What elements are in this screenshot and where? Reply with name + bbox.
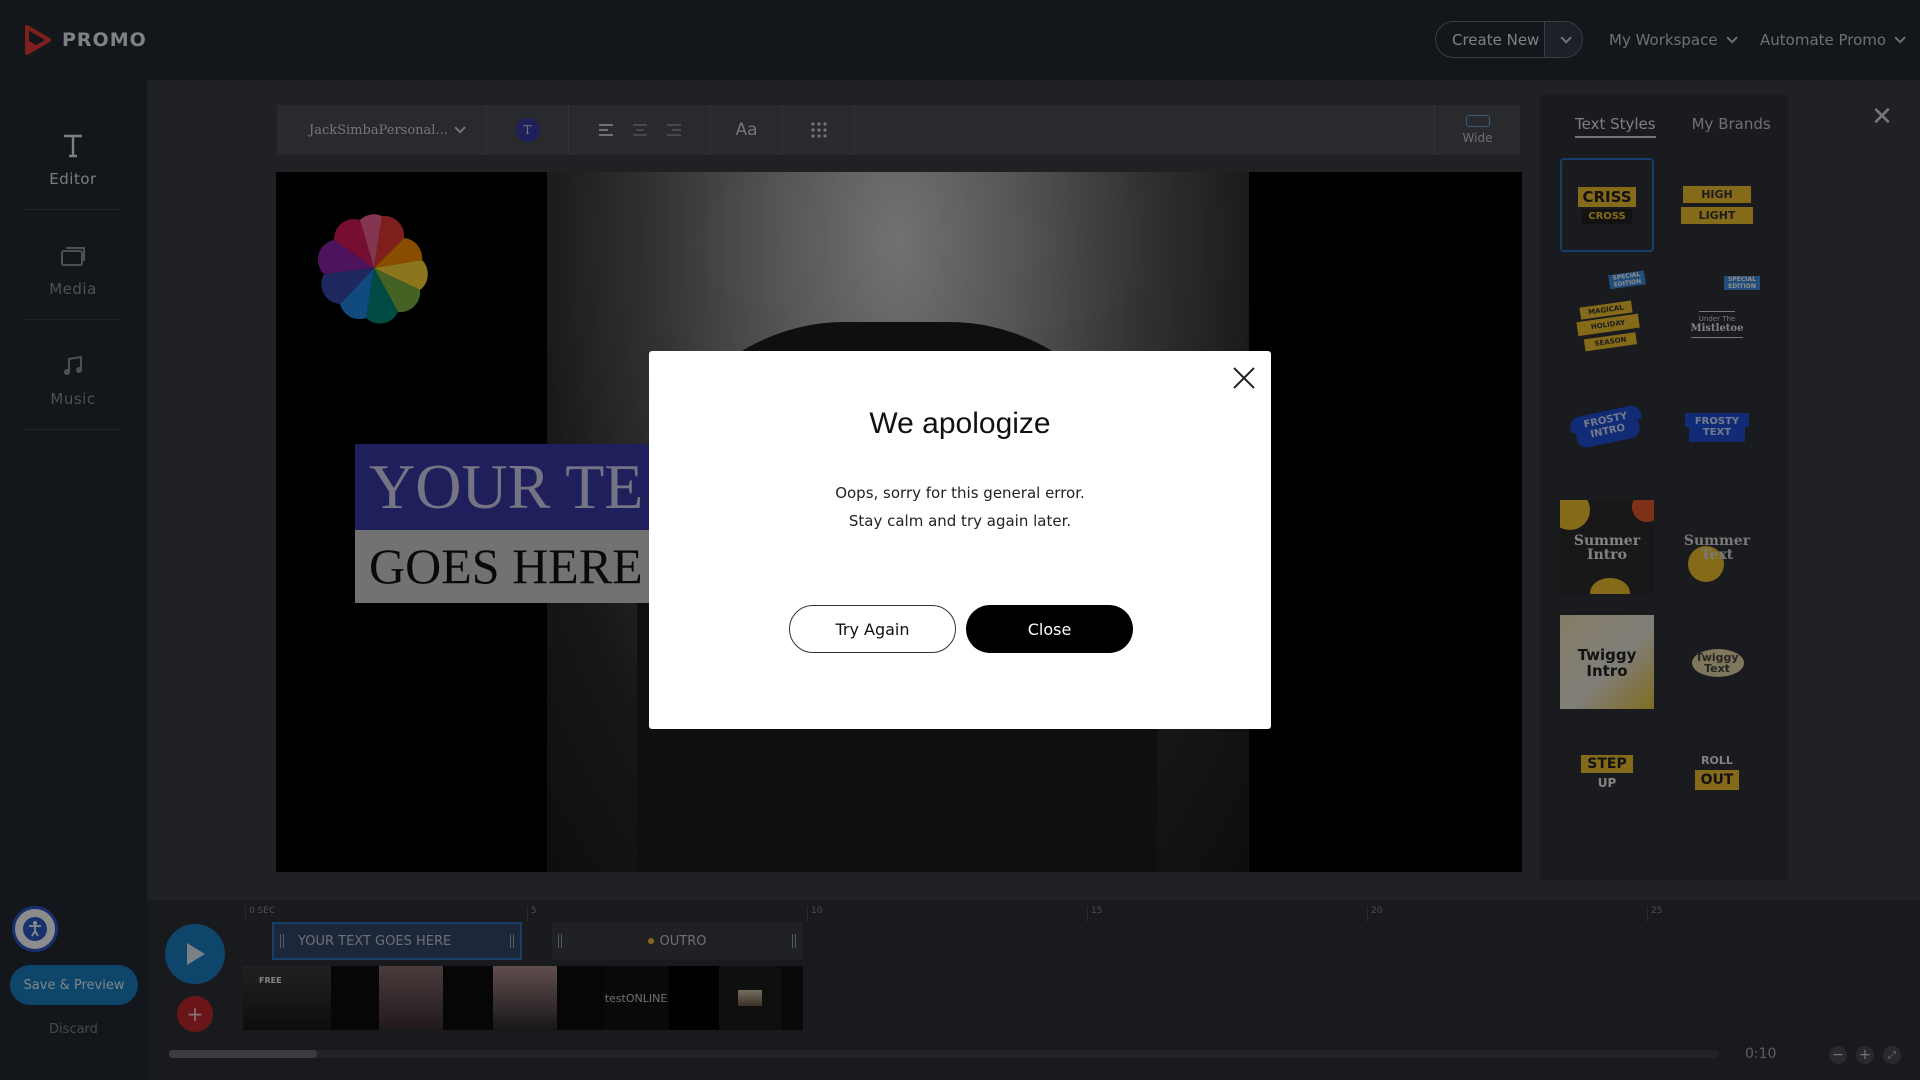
dialog-title: We apologize — [869, 407, 1051, 440]
dialog-line-2: Stay calm and try again later. — [848, 512, 1072, 530]
dialog-line-1: Oops, sorry for this general error. — [835, 484, 1085, 502]
dialog-message: Oops, sorry for this general error. Stay… — [649, 479, 1271, 535]
try-again-button[interactable]: Try Again — [789, 605, 956, 653]
error-dialog: We apologize Oops, sorry for this genera… — [649, 351, 1271, 729]
dialog-actions: Try Again Close — [789, 605, 1133, 653]
close-icon[interactable] — [1231, 365, 1257, 391]
close-button[interactable]: Close — [966, 605, 1133, 653]
